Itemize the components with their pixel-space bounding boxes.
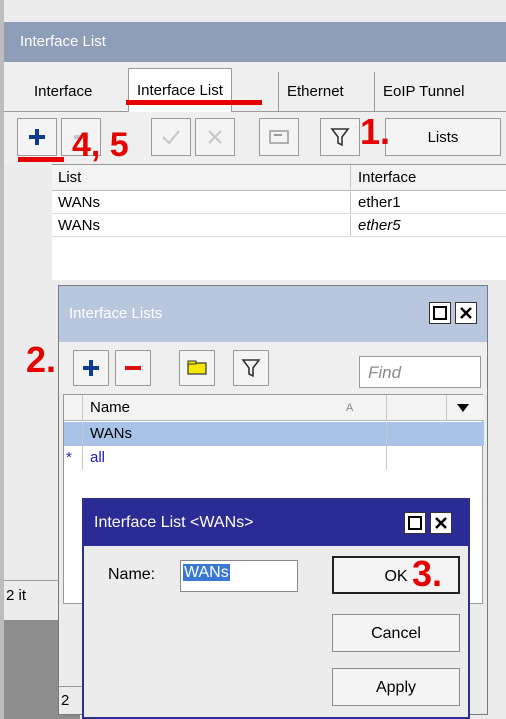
column-header-name[interactable]: Name xyxy=(84,395,130,421)
maximize-icon xyxy=(433,306,447,320)
add-list-button[interactable] xyxy=(73,350,109,386)
close-button[interactable] xyxy=(455,302,477,324)
apply-button[interactable]: Apply xyxy=(332,668,460,706)
disable-button[interactable] xyxy=(195,118,235,156)
lists-window-title-text: Interface Lists xyxy=(69,305,163,322)
tab-ethernet[interactable]: Ethernet xyxy=(278,72,352,112)
plus-icon xyxy=(83,360,99,376)
comment-icon xyxy=(187,360,207,375)
comment-button[interactable] xyxy=(179,350,215,386)
close-icon xyxy=(435,517,447,529)
table-gutter xyxy=(4,164,52,280)
plus-icon xyxy=(29,129,45,145)
x-icon xyxy=(208,130,222,144)
ok-label: OK xyxy=(384,568,408,585)
table-row[interactable]: WANs ether5 xyxy=(52,215,506,237)
annotation-step-1: 1. xyxy=(360,111,391,152)
cancel-button[interactable]: Cancel xyxy=(332,614,460,652)
comment-button[interactable] xyxy=(259,118,299,156)
row-list: WANs xyxy=(58,217,100,234)
annotation-step-2: 2. xyxy=(26,339,57,380)
sort-indicator: A xyxy=(346,402,354,414)
lists-window-title: Interface Lists xyxy=(59,286,487,342)
column-header-list[interactable]: List xyxy=(52,165,81,191)
filter-icon xyxy=(330,128,350,147)
chevron-down-icon[interactable] xyxy=(456,403,470,413)
interface-list-dialog: Interface List <WANs> Name: WANs OK Canc… xyxy=(82,498,470,719)
interface-list-table: List Interface WANs ether1 WANs ether5 xyxy=(52,164,506,280)
tab-underline-annotation xyxy=(126,100,262,105)
enable-button[interactable] xyxy=(151,118,191,156)
column-header-interface[interactable]: Interface xyxy=(352,165,416,191)
check-icon xyxy=(162,130,180,145)
row-interface: ether5 xyxy=(358,217,401,234)
lists-toolbar: Find xyxy=(59,342,487,394)
tab-eoip-tunnel[interactable]: EoIP Tunnel xyxy=(374,72,472,112)
lists-table-header: Name A xyxy=(64,395,484,421)
dialog-close-button[interactable] xyxy=(430,512,452,534)
list-item[interactable]: * all xyxy=(64,446,484,470)
row-list: WANs xyxy=(58,194,100,211)
minus-icon xyxy=(125,366,141,370)
name-label: Name: xyxy=(108,566,156,583)
table-row[interactable]: WANs ether1 xyxy=(52,192,506,214)
maximize-button[interactable] xyxy=(429,302,451,324)
add-button-underline-annotation xyxy=(18,157,64,162)
find-input[interactable]: Find xyxy=(359,356,481,388)
tab-interface[interactable]: Interface xyxy=(26,72,100,112)
lists-status-bar: 2 xyxy=(59,686,83,714)
maximize-icon xyxy=(408,516,422,530)
list-item-selected[interactable]: WANs xyxy=(64,422,484,446)
row-interface: ether1 xyxy=(358,194,401,211)
tab-interface-list[interactable]: Interface List xyxy=(128,68,232,113)
annotation-step-3: 3. xyxy=(412,553,443,594)
name-input-value: WANs xyxy=(183,564,230,581)
remove-list-button[interactable] xyxy=(115,350,151,386)
filter-button[interactable] xyxy=(320,118,360,156)
comment-icon xyxy=(269,130,289,144)
name-input[interactable]: WANs xyxy=(180,560,298,592)
table-header: List Interface xyxy=(52,165,506,191)
row-name: all xyxy=(90,449,106,466)
row-marker: * xyxy=(66,449,72,466)
status-bar: 2 it xyxy=(4,580,64,610)
window-title: Interface List xyxy=(4,22,506,62)
dialog-maximize-button[interactable] xyxy=(404,512,426,534)
filter-button[interactable] xyxy=(233,350,269,386)
filter-icon xyxy=(241,359,261,378)
lists-button[interactable]: Lists xyxy=(385,118,501,156)
row-name: WANs xyxy=(90,425,132,442)
close-icon xyxy=(460,307,472,319)
annotation-step-4-5: 4, 5 xyxy=(72,126,129,164)
add-button[interactable] xyxy=(17,118,57,156)
